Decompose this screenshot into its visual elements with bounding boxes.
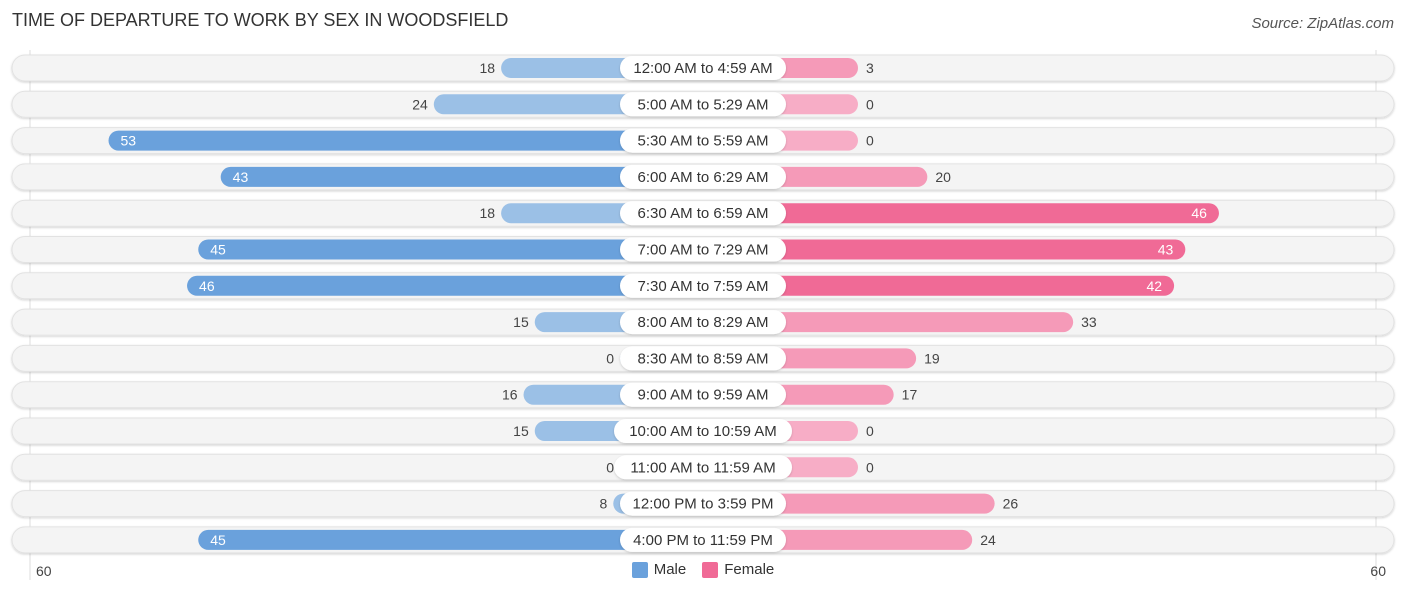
chart-row: 15 33 8:00 AM to 8:29 AM	[11, 308, 1395, 336]
category-label: 7:00 AM to 7:29 AM	[638, 242, 769, 259]
female-value-label: 20	[935, 169, 951, 185]
female-value-label: 24	[980, 532, 996, 548]
male-value-label: 45	[210, 532, 226, 548]
male-value-label: 46	[199, 278, 215, 294]
chart-row: 16 17 9:00 AM to 9:59 AM	[11, 381, 1395, 409]
chart-row: 45 24 4:00 PM to 11:59 PM	[11, 526, 1395, 554]
male-value-label: 0	[606, 459, 614, 475]
male-value-label: 43	[233, 169, 249, 185]
male-value-label: 24	[412, 96, 428, 112]
female-value-label: 17	[902, 387, 918, 403]
male-value-label: 18	[480, 205, 496, 221]
female-value-label: 33	[1081, 314, 1097, 330]
male-value-label: 16	[502, 387, 518, 403]
female-value-label: 19	[924, 350, 940, 366]
chart-row: 18 46 6:30 AM to 6:59 AM	[11, 199, 1395, 227]
category-label: 5:30 AM to 5:59 AM	[638, 133, 769, 150]
male-value-label: 8	[599, 496, 607, 512]
male-value-label: 15	[513, 423, 529, 439]
female-value-label: 43	[1158, 242, 1174, 258]
category-label: 12:00 AM to 4:59 AM	[633, 60, 772, 77]
male-value-label: 15	[513, 314, 529, 330]
chart-row: 43 20 6:00 AM to 6:29 AM	[11, 163, 1395, 191]
female-value-label: 46	[1191, 205, 1207, 221]
chart-row: 45 43 7:00 AM to 7:29 AM	[11, 236, 1395, 263]
category-label: 11:00 AM to 11:59 AM	[630, 459, 775, 476]
chart-row: 53 0 5:30 AM to 5:59 AM	[11, 127, 1395, 155]
female-value-label: 0	[866, 96, 874, 112]
category-label: 12:00 PM to 3:59 PM	[633, 496, 774, 513]
male-swatch	[631, 561, 648, 578]
chart-row: 46 42 7:30 AM to 7:59 AM	[11, 272, 1395, 300]
chart-row: 15 0 10:00 AM to 10:59 AM	[11, 417, 1395, 445]
diverging-bar-chart: 18 3 12:00 AM to 4:59 AM 24 0 5:00 AM to 5:29…	[11, 50, 1395, 580]
female-swatch	[702, 561, 719, 578]
category-label: 5:00 AM to 5:29 AM	[638, 96, 769, 113]
chart-row: 0 19 8:30 AM to 8:59 AM	[11, 344, 1395, 372]
female-value-label: 0	[866, 423, 874, 439]
female-value-label: 0	[866, 133, 874, 149]
female-value-label: 3	[866, 60, 874, 76]
male-value-label: 0	[606, 350, 614, 366]
category-label: 7:30 AM to 7:59 AM	[638, 278, 769, 295]
male-bar[interactable]	[108, 130, 704, 151]
chart-row: 18 3 12:00 AM to 4:59 AM	[11, 54, 1395, 82]
category-label: 8:30 AM to 8:59 AM	[638, 350, 769, 367]
category-label: 8:00 AM to 8:29 AM	[638, 314, 769, 331]
chart-row: 8 26 12:00 PM to 3:59 PM	[11, 490, 1395, 518]
category-label: 10:00 AM to 10:59 AM	[629, 423, 777, 440]
legend-item-male[interactable]: Male	[631, 561, 687, 578]
legend-male-label: Male	[653, 561, 687, 578]
chart-row: 0 0 11:00 AM to 11:59 AM	[11, 453, 1395, 481]
category-label: 6:00 AM to 6:29 AM	[638, 169, 769, 186]
male-value-label: 45	[210, 242, 226, 258]
legend-female-label: Female	[724, 561, 775, 578]
female-value-label: 26	[1003, 496, 1019, 512]
female-value-label: 0	[866, 459, 874, 475]
category-label: 6:30 AM to 6:59 AM	[638, 205, 769, 222]
category-label: 4:00 PM to 11:59 PM	[633, 532, 773, 549]
female-value-label: 42	[1147, 278, 1163, 294]
legend-item-female[interactable]: Female	[702, 561, 774, 578]
male-value-label: 18	[480, 60, 496, 76]
category-label: 9:00 AM to 9:59 AM	[638, 387, 769, 404]
legend: Male Female	[0, 561, 1406, 578]
chart-row: 24 0 5:00 AM to 5:29 AM	[11, 90, 1395, 118]
male-value-label: 53	[121, 133, 137, 149]
